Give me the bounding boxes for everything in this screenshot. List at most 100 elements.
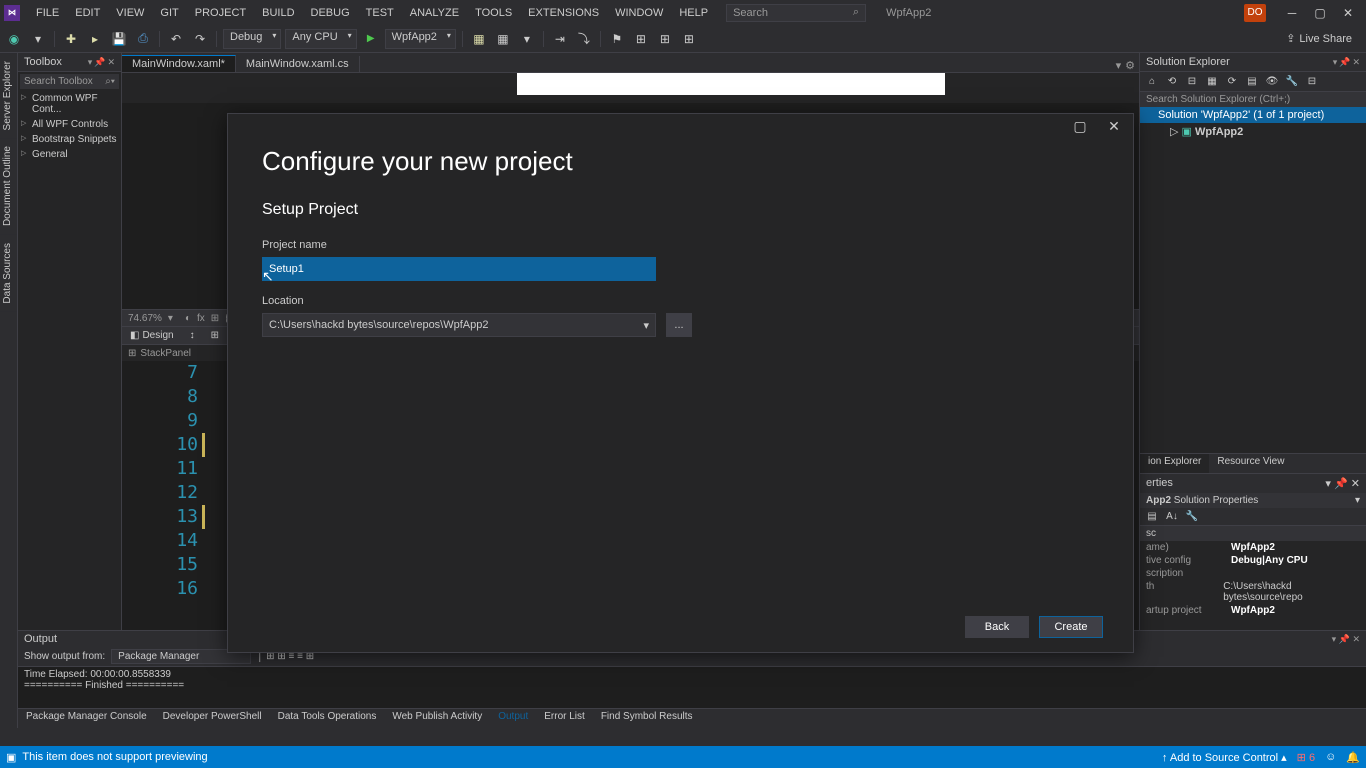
solution-project-node[interactable]: ▷ ▣ WpfApp2 [1140, 123, 1366, 140]
designer-btn-1[interactable]: ◐ [185, 313, 191, 324]
project-name-input[interactable] [262, 257, 656, 281]
toolbar-more-icon[interactable]: ⊟ [1304, 74, 1320, 90]
design-tab[interactable]: ◧Design [122, 330, 182, 341]
step-into-icon[interactable]: ⇥ [550, 29, 570, 49]
save-all-icon[interactable]: ⎙ [133, 29, 153, 49]
show-all-icon[interactable]: ▦ [1204, 74, 1220, 90]
pin-icon[interactable]: 📌 [94, 57, 105, 68]
menu-git[interactable]: GIT [152, 7, 186, 19]
preview-icon[interactable]: 👁 [1264, 74, 1280, 90]
dropdown-icon[interactable]: ▾ [1355, 495, 1360, 506]
properties-page-icon[interactable]: 🔧 [1184, 509, 1200, 525]
flag-icon[interactable]: ⚑ [607, 29, 627, 49]
bell-icon[interactable]: 🔔 [1346, 751, 1360, 764]
menu-debug[interactable]: DEBUG [303, 7, 358, 19]
dropdown-icon[interactable]: ▾ [88, 57, 93, 68]
menu-build[interactable]: BUILD [254, 7, 302, 19]
properties-icon[interactable]: ▤ [1244, 74, 1260, 90]
server-explorer-tab[interactable]: Server Explorer [0, 53, 17, 138]
menu-view[interactable]: VIEW [108, 7, 152, 19]
add-source-control-button[interactable]: ↑ Add to Source Control ▴ [1162, 751, 1287, 764]
menu-tools[interactable]: TOOLS [467, 7, 520, 19]
refresh-icon[interactable]: ⟳ [1224, 74, 1240, 90]
categorize-icon[interactable]: ▤ [1144, 509, 1160, 525]
window-minimize-button[interactable]: ─ [1278, 4, 1306, 22]
redo-icon[interactable]: ↷ [190, 29, 210, 49]
dropdown-icon[interactable]: ▾ [1332, 634, 1337, 644]
create-button[interactable]: Create [1039, 616, 1103, 638]
collapse-icon[interactable]: ⊟ [1184, 74, 1200, 90]
property-category[interactable]: sc [1140, 526, 1366, 541]
nav-back-icon[interactable]: ◉ [4, 29, 24, 49]
dialog-close-button[interactable]: ✕ [1099, 116, 1129, 136]
dialog-maximize-button[interactable]: ▢ [1065, 116, 1095, 136]
config-dropdown[interactable]: Debug [223, 29, 281, 49]
pin-icon[interactable]: 📌 [1339, 634, 1350, 644]
sync-icon[interactable]: ⟲ [1164, 74, 1180, 90]
close-icon[interactable]: ✕ [1351, 478, 1360, 490]
tab-dropdown-icon[interactable]: ▾ [1116, 59, 1122, 72]
pin-icon[interactable]: 📌 [1339, 57, 1350, 68]
solution-explorer-tab[interactable]: ion Explorer [1140, 454, 1209, 473]
output-content[interactable]: Time Elapsed: 00:00:00.8558339 =========… [18, 667, 1366, 708]
toolbar-icon-5[interactable]: ⊞ [655, 29, 675, 49]
menu-test[interactable]: TEST [358, 7, 402, 19]
nav-forward-icon[interactable]: ▾ [28, 29, 48, 49]
wrench-icon[interactable]: 🔧 [1284, 74, 1300, 90]
open-icon[interactable]: ▸ [85, 29, 105, 49]
tab-mainwindow-cs[interactable]: MainWindow.xaml.cs [236, 56, 360, 72]
toolbox-item-common-wpf[interactable]: Common WPF Cont... [18, 91, 121, 117]
prop-row-path[interactable]: thC:\Users\hackd bytes\source\repo [1140, 580, 1366, 604]
window-maximize-button[interactable]: ▢ [1306, 4, 1334, 22]
undo-icon[interactable]: ↶ [166, 29, 186, 49]
location-dropdown[interactable]: C:\Users\hackd bytes\source\repos\WpfApp… [262, 313, 656, 337]
prop-row-config[interactable]: tive configDebug|Any CPU [1140, 554, 1366, 567]
toolbar-icon-4[interactable]: ⊞ [631, 29, 651, 49]
solution-root-node[interactable]: Solution 'WpfApp2' (1 of 1 project) [1140, 107, 1366, 123]
designer-btn-2[interactable]: fx [197, 313, 205, 324]
data-sources-tab[interactable]: Data Sources [0, 235, 17, 312]
tab-data-tools[interactable]: Data Tools Operations [270, 709, 385, 728]
designer-btn-3[interactable]: ⊞ [211, 313, 219, 324]
start-debug-icon[interactable]: ▶ [361, 29, 381, 49]
step-over-icon[interactable]: ⤵ [574, 29, 594, 49]
solution-tree[interactable]: Solution 'WpfApp2' (1 of 1 project) ▷ ▣ … [1140, 107, 1366, 453]
menu-file[interactable]: FILE [28, 7, 67, 19]
user-avatar[interactable]: DO [1244, 4, 1266, 22]
prop-row-description[interactable]: scription [1140, 567, 1366, 580]
menu-edit[interactable]: EDIT [67, 7, 108, 19]
feedback-icon[interactable]: ☺ [1325, 751, 1336, 763]
browse-button[interactable]: ... [666, 313, 692, 337]
xaml-designer-surface[interactable] [122, 73, 1139, 103]
zoom-level[interactable]: 74.67% [128, 313, 162, 324]
window-close-button[interactable]: ✕ [1334, 4, 1362, 22]
liveshare-button[interactable]: ⇪ Live Share [1286, 32, 1362, 45]
gear-icon[interactable]: ⚙ [1125, 59, 1135, 72]
close-icon[interactable]: ✕ [107, 57, 115, 68]
prop-row-startup[interactable]: artup projectWpfApp2 [1140, 604, 1366, 617]
xaml-tab-btn[interactable]: ⊞ [203, 330, 227, 341]
document-outline-tab[interactable]: Document Outline [0, 138, 17, 234]
menu-analyze[interactable]: ANALYZE [402, 7, 467, 19]
toolbox-item-general[interactable]: General [18, 147, 121, 162]
resource-view-tab[interactable]: Resource View [1209, 454, 1292, 473]
platform-dropdown[interactable]: Any CPU [285, 29, 356, 49]
zoom-dropdown-icon[interactable]: ▾ [168, 313, 173, 324]
home-icon[interactable]: ⌂ [1144, 74, 1160, 90]
solution-search-input[interactable]: Search Solution Explorer (Ctrl+;) [1140, 92, 1366, 107]
swap-panes-button[interactable]: ↕ [182, 330, 203, 341]
tab-web-publish[interactable]: Web Publish Activity [384, 709, 490, 728]
toolbar-icon-6[interactable]: ⊞ [679, 29, 699, 49]
start-target-dropdown[interactable]: WpfApp2 [385, 29, 456, 49]
toolbox-search-input[interactable]: Search Toolbox ⌕▾ [20, 74, 119, 89]
pin-icon[interactable]: 📌 [1334, 478, 1348, 490]
back-button[interactable]: Back [965, 616, 1029, 638]
toolbar-icon-2[interactable]: ▦ [493, 29, 513, 49]
properties-subject[interactable]: App2 Solution Properties ▾ [1140, 493, 1366, 508]
close-icon[interactable]: ✕ [1352, 57, 1360, 68]
menu-project[interactable]: PROJECT [187, 7, 254, 19]
tab-mainwindow-xaml[interactable]: MainWindow.xaml [122, 55, 236, 72]
prop-row-name[interactable]: ame)WpfApp2 [1140, 541, 1366, 554]
tab-find-symbol[interactable]: Find Symbol Results [593, 709, 701, 728]
toolbar-icon-3[interactable]: ▾ [517, 29, 537, 49]
